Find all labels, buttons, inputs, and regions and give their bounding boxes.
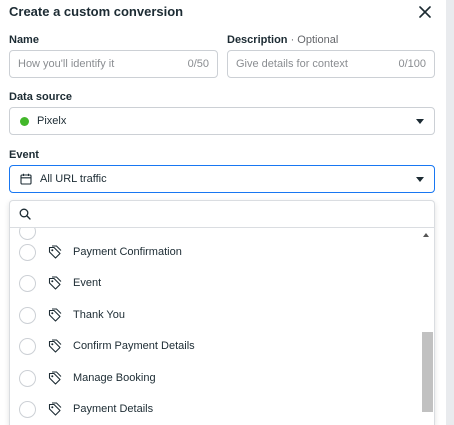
data-source-value: Pixelx — [37, 115, 67, 127]
list-item[interactable]: Payment Confirmation — [10, 237, 420, 267]
event-dropdown: Payment Confirmation Event Thank You Con… — [9, 200, 435, 425]
item-label: Event — [73, 277, 102, 289]
name-label-text: Name — [9, 34, 39, 46]
item-label: Manage Booking — [73, 372, 156, 384]
list-item[interactable]: Manage Booking — [10, 363, 420, 393]
chevron-down-icon — [416, 118, 424, 124]
name-counter: 0/50 — [187, 58, 209, 70]
optional-tag: · Optional — [290, 34, 339, 46]
data-source-label-text: Data source — [9, 91, 72, 103]
status-dot-icon — [20, 116, 29, 126]
event-select[interactable]: All URL traffic — [9, 165, 435, 193]
tag-icon — [48, 339, 62, 353]
list-item[interactable]: Confirm Payment Details — [10, 331, 420, 361]
tag-icon — [48, 276, 62, 290]
search-icon — [19, 208, 31, 220]
chevron-down-icon — [416, 176, 424, 182]
list-item[interactable]: Payment Details — [10, 394, 420, 424]
radio-button[interactable] — [19, 306, 36, 324]
dialog-title: Create a custom conversion — [9, 4, 184, 19]
radio-button[interactable] — [19, 274, 36, 292]
radio-button[interactable] — [19, 243, 36, 261]
close-icon — [419, 6, 431, 18]
item-label: Payment Details — [73, 403, 154, 415]
tag-icon — [48, 308, 62, 322]
search-input[interactable] — [37, 208, 427, 220]
calendar-icon — [20, 173, 32, 185]
data-source-select[interactable]: Pixelx — [9, 107, 435, 135]
scrollbar-thumb[interactable] — [422, 332, 433, 412]
description-input[interactable]: Give details for context 0/100 — [227, 50, 435, 78]
list-item[interactable]: Thank You — [10, 300, 420, 330]
radio-button[interactable] — [19, 400, 36, 418]
close-button[interactable] — [413, 0, 437, 24]
event-value: All URL traffic — [40, 173, 107, 185]
event-label: Event — [9, 149, 39, 161]
custom-conversion-dialog: Create a custom conversion Name How you'… — [0, 0, 446, 425]
list-item[interactable]: Event — [10, 268, 420, 298]
tag-icon — [48, 402, 62, 416]
scroll-up-arrow-icon[interactable] — [423, 233, 429, 237]
tag-icon — [48, 245, 62, 259]
item-label: Thank You — [73, 309, 125, 321]
description-label: Description · Optional — [227, 34, 338, 46]
radio-button[interactable] — [19, 369, 36, 387]
radio-button[interactable] — [19, 337, 36, 355]
description-placeholder: Give details for context — [236, 58, 348, 70]
event-label-text: Event — [9, 149, 39, 161]
name-label: Name — [9, 34, 39, 46]
data-source-label: Data source — [9, 91, 72, 103]
description-counter: 0/100 — [398, 58, 426, 70]
background-edge — [446, 0, 454, 425]
description-label-text: Description — [227, 34, 288, 46]
event-list: Payment Confirmation Event Thank You Con… — [10, 228, 420, 425]
item-label: Confirm Payment Details — [73, 340, 195, 352]
tag-icon — [48, 371, 62, 385]
item-label: Payment Confirmation — [73, 246, 182, 258]
name-placeholder: How you'll identify it — [18, 58, 115, 70]
dropdown-search — [10, 201, 434, 228]
name-input[interactable]: How you'll identify it 0/50 — [9, 50, 218, 78]
